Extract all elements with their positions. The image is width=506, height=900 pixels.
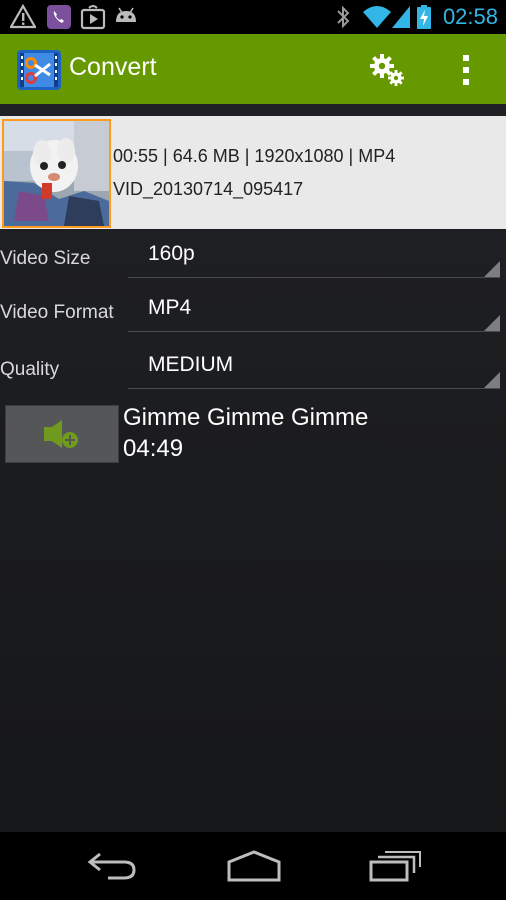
audio-duration: 04:49: [123, 435, 184, 462]
quality-label: Quality: [0, 359, 60, 380]
settings-icon[interactable]: [368, 52, 406, 88]
video-size-spinner[interactable]: 160p: [128, 232, 500, 278]
signal-icon: [392, 6, 410, 28]
status-time: 02:58: [442, 4, 498, 29]
warning-icon: [10, 4, 36, 29]
action-bar: Convert: [0, 34, 506, 104]
add-audio-icon: [44, 420, 78, 448]
content-area: 00:55 | 64.6 MB | 1920x1080 | MP4 VID_20…: [0, 104, 506, 832]
video-size-value: 160p: [148, 242, 195, 265]
add-audio-button[interactable]: [5, 405, 119, 463]
spinner-underline: [128, 388, 500, 389]
wifi-icon: [363, 6, 391, 28]
page-title: Convert: [69, 53, 157, 81]
bluetooth-icon: [337, 5, 350, 29]
spinner-underline: [128, 277, 500, 278]
dropdown-arrow-icon: [484, 315, 500, 331]
video-filename: VID_20130714_095417: [113, 179, 304, 199]
recent-apps-icon[interactable]: [368, 848, 422, 884]
viber-icon: [47, 5, 71, 29]
video-item[interactable]: 00:55 | 64.6 MB | 1920x1080 | MP4 VID_20…: [0, 116, 506, 229]
video-thumbnail[interactable]: [2, 119, 111, 228]
home-icon[interactable]: [226, 848, 282, 884]
dropdown-arrow-icon: [484, 372, 500, 388]
quality-value: MEDIUM: [148, 353, 234, 376]
video-format-spinner[interactable]: MP4: [128, 286, 500, 332]
video-size-label: Video Size: [0, 248, 91, 269]
quality-spinner[interactable]: MEDIUM: [128, 343, 500, 389]
video-meta: 00:55 | 64.6 MB | 1920x1080 | MP4: [113, 146, 396, 166]
dropdown-arrow-icon: [484, 261, 500, 277]
video-format-value: MP4: [148, 296, 192, 319]
back-icon[interactable]: [86, 848, 138, 884]
navigation-bar: [0, 832, 506, 900]
battery-charging-icon: [417, 5, 431, 29]
android-icon: [116, 7, 136, 22]
status-bar: 02:58: [0, 0, 506, 34]
play-store-icon: [80, 5, 106, 30]
app-icon[interactable]: [16, 49, 62, 91]
audio-title: Gimme Gimme Gimme: [123, 404, 369, 431]
overflow-menu-icon[interactable]: [452, 52, 480, 88]
video-format-label: Video Format: [0, 302, 114, 323]
spinner-underline: [128, 331, 500, 332]
